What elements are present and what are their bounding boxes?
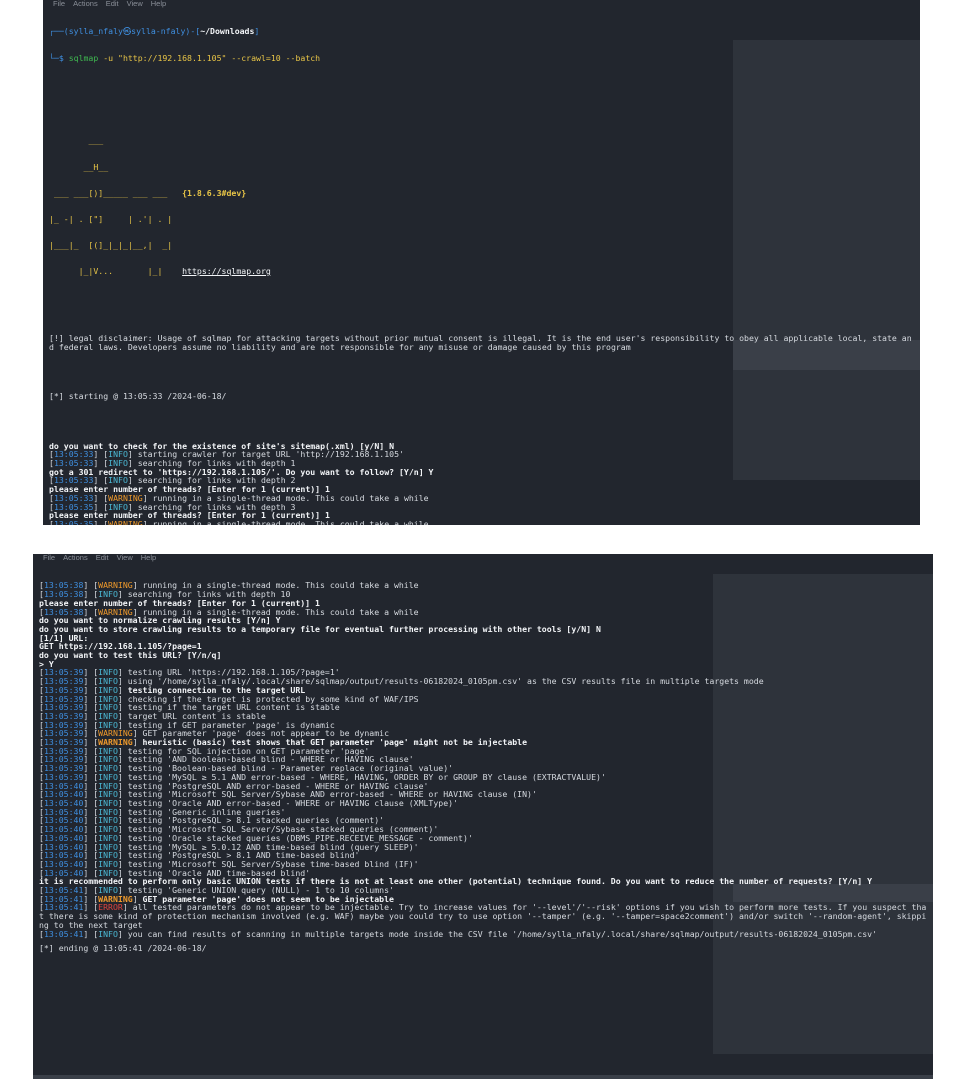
- log-line: do you want to store crawling results to…: [39, 623, 601, 634]
- menu-item-help[interactable]: Help: [141, 554, 156, 562]
- terminal-scroll-track[interactable]: [33, 1075, 933, 1079]
- log-message: all tested parameters do not appear to b…: [39, 902, 927, 930]
- menu-item-file[interactable]: File: [43, 554, 55, 562]
- menu-item-actions[interactable]: Actions: [63, 554, 88, 562]
- log-line: [13:05:41] [INFO] you can find results o…: [39, 928, 878, 939]
- terminal-window-2[interactable]: File Actions Edit View Help [13:05:38] [WARN…: [33, 554, 933, 1079]
- log-message: you can find results of scanning in mult…: [127, 928, 878, 939]
- sqlmap-logo: ___ __H__ ___ ___[)]_____ ___ ___ {1.8.6…: [49, 135, 271, 276]
- terminal-menu-bar: File Actions Edit View Help: [33, 554, 933, 564]
- legal-disclaimer: [!] legal disclaimer: Usage of sqlmap fo…: [49, 332, 912, 352]
- menu-item-actions[interactable]: Actions: [73, 0, 98, 8]
- sqlmap-site-link[interactable]: https://sqlmap.org: [182, 266, 271, 276]
- menu-item-view[interactable]: View: [127, 0, 143, 8]
- shell-prompt-line: ┌──(sylla_nfaly㉿sylla-nfaly)-[~/Download…: [49, 26, 260, 37]
- menu-item-view[interactable]: View: [117, 554, 133, 562]
- shell-command-line: └─$ sqlmap -u "http://192.168.1.105" --c…: [49, 52, 321, 63]
- starting-line: [*] starting @ 13:05:33 /2024-06-18/: [49, 391, 227, 402]
- log-timestamp: 13:05:41: [43, 928, 84, 939]
- log-message: running in a single-thread mode. This co…: [152, 518, 429, 525]
- log-timestamp: 13:05:35: [53, 518, 94, 525]
- terminal-output-1: ┌──(sylla_nfaly㉿sylla-nfaly)-[~/Download…: [49, 10, 914, 525]
- sqlmap-version: {1.8.6.3#dev}: [182, 187, 247, 198]
- menu-item-edit[interactable]: Edit: [106, 0, 119, 8]
- log-line: [13:05:41] [ERROR] all tested parameters…: [39, 902, 927, 930]
- log-line: [13:05:35] [WARNING] running in a single…: [49, 520, 914, 525]
- log-level: INFO: [98, 928, 118, 939]
- terminal-output-2: [13:05:38] [WARNING] running in a single…: [39, 564, 927, 970]
- log-level: WARNING: [108, 518, 143, 525]
- menu-item-help[interactable]: Help: [151, 0, 166, 8]
- menu-item-file[interactable]: File: [53, 0, 65, 8]
- log-line: do you want to test this URL? [Y/n/q]: [39, 650, 222, 661]
- log-line: [*] ending @ 13:05:41 /2024-06-18/: [39, 943, 207, 954]
- menu-item-edit[interactable]: Edit: [96, 554, 109, 562]
- terminal-menu-bar: File Actions Edit View Help: [43, 0, 920, 10]
- terminal-window-1[interactable]: File Actions Edit View Help ┌──(sylla_nfaly㉿…: [43, 0, 920, 525]
